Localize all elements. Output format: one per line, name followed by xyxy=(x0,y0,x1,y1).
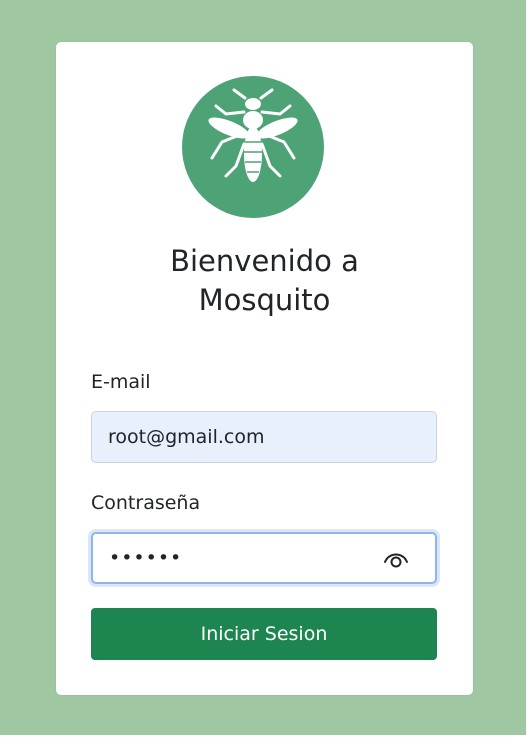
logo xyxy=(182,76,324,218)
title-line-2: Mosquito xyxy=(198,283,331,317)
email-input[interactable] xyxy=(91,411,437,463)
email-label: E-mail xyxy=(91,371,151,393)
login-button[interactable]: Iniciar Sesion xyxy=(91,608,437,660)
login-card: Bienvenido a Mosquito E-mail Contraseña … xyxy=(56,42,473,695)
page-background: Bienvenido a Mosquito E-mail Contraseña … xyxy=(0,0,526,735)
mosquito-icon xyxy=(208,88,298,182)
eye-icon[interactable] xyxy=(382,545,410,571)
title-line-1: Bienvenido a xyxy=(170,244,359,278)
page-title: Bienvenido a Mosquito xyxy=(56,242,473,320)
password-label: Contraseña xyxy=(91,492,201,514)
